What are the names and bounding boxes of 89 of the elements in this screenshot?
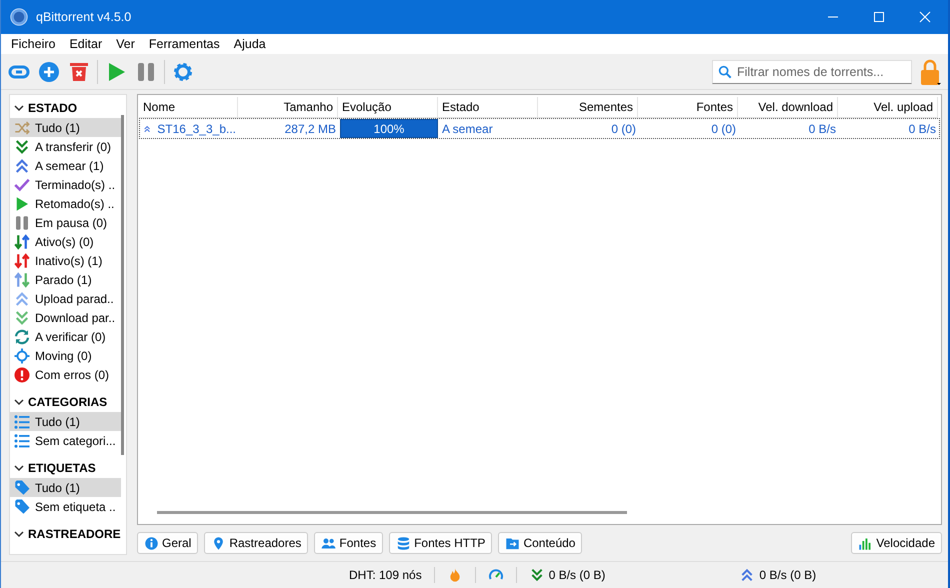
- refresh-icon: [13, 328, 31, 346]
- column-header[interactable]: Sementes: [538, 97, 638, 118]
- table-cell-text: 0 B/s: [808, 120, 837, 138]
- sidebar-item[interactable]: Download par..: [10, 308, 121, 327]
- double-chevron-down-icon: [528, 567, 545, 583]
- sidebar-item[interactable]: Tudo (1): [10, 478, 121, 497]
- chevron-icon[interactable]: [14, 463, 24, 473]
- sidebar-item[interactable]: A transferir (0): [10, 137, 121, 156]
- pause-icon: [13, 214, 31, 232]
- sidebar-item[interactable]: Upload parad..: [10, 289, 121, 308]
- sidebar-item[interactable]: Terminado(s) ..: [10, 175, 121, 194]
- double-chevron-up-icon: [739, 567, 756, 583]
- table-cell-text: A semear: [441, 120, 494, 138]
- sidebar-item[interactable]: Tudo (1): [10, 412, 121, 431]
- sidebar-item[interactable]: Ativo(s) (0): [10, 232, 121, 251]
- column-header[interactable]: Vel. download: [738, 97, 838, 118]
- double-chevron-up-icon: [13, 290, 31, 308]
- tab-button[interactable]: Geral: [137, 532, 198, 554]
- sidebar-item[interactable]: Em pausa (0): [10, 213, 121, 232]
- sidebar-item[interactable]: Sem etiqueta ..: [10, 497, 121, 516]
- column-header[interactable]: Estado: [438, 97, 538, 118]
- app-logo-icon: [10, 8, 28, 26]
- add-icon[interactable]: [37, 60, 61, 84]
- table-cell-text: 287,2 MB: [284, 120, 337, 138]
- crosshair-icon: [13, 346, 31, 364]
- table-cell-text: 0 (0): [610, 120, 637, 138]
- folder-icon: [505, 536, 520, 550]
- tab-button[interactable]: Fontes: [314, 532, 384, 554]
- column-header[interactable]: Tamanho: [238, 97, 338, 118]
- sidebar-item[interactable]: Parado (1): [10, 270, 121, 289]
- lock-icon[interactable]: [918, 58, 942, 86]
- arrows-icon: [13, 252, 31, 270]
- progress-reading: 100%: [372, 120, 406, 138]
- tab-button[interactable]: Fontes HTTP: [389, 532, 492, 554]
- sidebar-item[interactable]: Sem categori...: [10, 431, 121, 450]
- window-title: qBittorrent v4.5.0: [36, 10, 132, 24]
- sidebar-item[interactable]: Moving (0): [10, 346, 121, 365]
- error-icon: [13, 366, 31, 384]
- section-header: RASTREADORE: [28, 527, 121, 541]
- bar-chart-icon: [858, 536, 874, 550]
- sidebar-item[interactable]: A semear (1): [10, 156, 121, 175]
- sidebar-item[interactable]: Inativo(s) (1): [10, 251, 121, 270]
- close-icon[interactable]: [919, 11, 931, 23]
- table-row[interactable]: ST16_3_3_b... 287,2 MB 100% A semear 0 (0) 0 (0) 0 B/s 0 B/s: [139, 118, 940, 139]
- scrollbar[interactable]: [121, 115, 124, 455]
- info-icon: [144, 536, 159, 550]
- tag-icon: [13, 498, 31, 516]
- maximize-icon[interactable]: [873, 11, 885, 23]
- menu-item[interactable]: Ajuda: [226, 37, 273, 51]
- sidebar-item[interactable]: A verificar (0): [10, 327, 121, 346]
- arrows-icon: [13, 232, 31, 250]
- sidebar-item[interactable]: Tudo (1): [10, 118, 121, 137]
- dht-status: DHT: 109 nós: [349, 568, 422, 582]
- shuffle-icon: [13, 118, 31, 136]
- tab-button[interactable]: Rastreadores: [204, 532, 308, 554]
- speed-button[interactable]: Velocidade: [851, 532, 942, 554]
- sidebar-item[interactable]: Retomado(s) ..: [10, 194, 121, 213]
- search-field[interactable]: Filtrar nomes de torrents...: [712, 60, 912, 84]
- table-cell-text: 0 (0): [710, 120, 737, 138]
- table-cell-text: 0 B/s: [908, 120, 937, 138]
- section-header: ESTADO: [28, 101, 78, 115]
- menu-item[interactable]: Editar: [62, 37, 110, 51]
- section-header: CATEGORIAS: [28, 395, 108, 409]
- download-speed: 0 B/s (0 B): [548, 568, 606, 582]
- upload-speed: 0 B/s (0 B): [759, 568, 816, 582]
- people-icon: [321, 536, 336, 550]
- arrows-icon: [13, 270, 31, 288]
- database-icon: [396, 536, 412, 550]
- tab-button[interactable]: Conteúdo: [498, 532, 582, 554]
- menu-item[interactable]: Ferramentas: [142, 37, 227, 51]
- list-icon: [13, 412, 31, 430]
- column-header[interactable]: Fontes: [638, 97, 738, 118]
- double-chevron-down-icon: [13, 138, 31, 156]
- section-header: ETIQUETAS: [28, 461, 96, 475]
- menu-item[interactable]: Ver: [109, 37, 142, 51]
- double-chevron-down-icon: [13, 308, 31, 326]
- chevron-icon[interactable]: [14, 397, 24, 407]
- column-header[interactable]: Evolução: [338, 97, 438, 118]
- sidebar-item[interactable]: Com erros (0): [10, 365, 121, 384]
- column-header[interactable]: Vel. upload: [838, 97, 938, 118]
- double-chevron-up-icon: [13, 156, 31, 174]
- menu-item[interactable]: Ficheiro: [4, 37, 62, 51]
- table-cell: ST16_3_3_b...: [157, 122, 236, 136]
- chevron-icon[interactable]: [14, 103, 24, 113]
- chevron-icon[interactable]: [14, 529, 24, 539]
- scrollbar[interactable]: [157, 511, 627, 514]
- column-header[interactable]: Nome: [139, 97, 238, 118]
- list-icon: [13, 432, 31, 450]
- tag-icon: [13, 478, 31, 496]
